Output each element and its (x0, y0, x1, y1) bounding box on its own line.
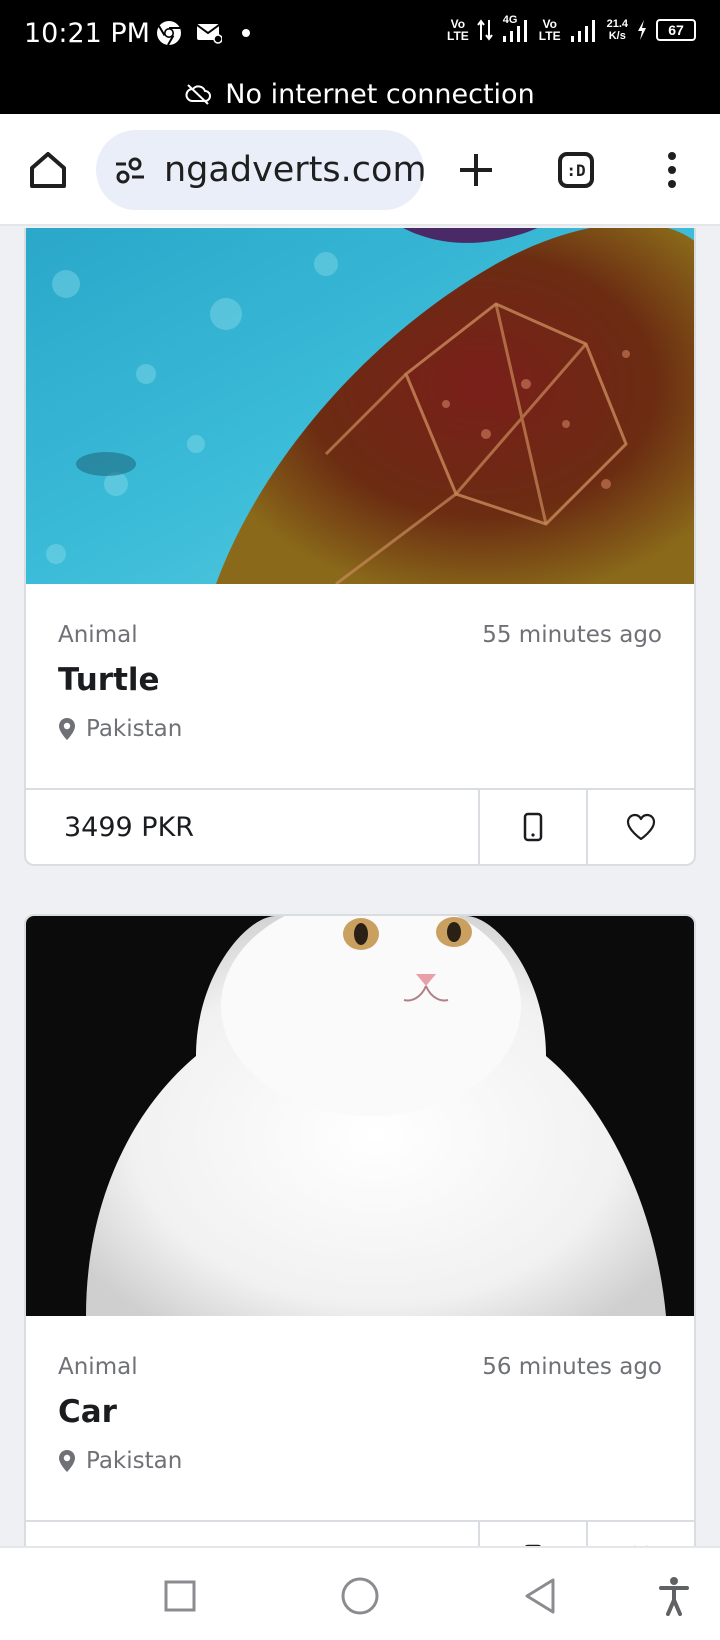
back-button[interactable] (516, 1572, 564, 1620)
phone-icon (523, 812, 543, 842)
url-text[interactable]: ngadverts.com (164, 150, 424, 190)
favorite-button[interactable] (586, 790, 694, 864)
listing-footer: 20000 PKR (26, 1520, 694, 1546)
more-menu-button[interactable] (650, 148, 694, 192)
cloud-off-icon (185, 84, 212, 105)
more-vert-icon (668, 152, 676, 188)
accessibility-button[interactable] (650, 1572, 698, 1620)
listing-image[interactable] (26, 916, 694, 1316)
nav-home-button[interactable] (336, 1572, 384, 1620)
listing-footer: 3499 PKR (26, 788, 694, 864)
listing-price: 20000 PKR (26, 1522, 478, 1547)
battery-icon: 67 (656, 19, 696, 41)
new-tab-button[interactable] (454, 148, 498, 192)
heart-icon (626, 813, 656, 841)
location-pin-icon (59, 718, 75, 740)
home-button[interactable] (26, 148, 70, 192)
offline-banner: No internet connection (0, 74, 720, 114)
accessibility-icon (659, 1577, 689, 1616)
listing-body[interactable]: Animal 55 minutes ago Turtle Pakistan (26, 584, 694, 788)
listing-card[interactable]: Animal 56 minutes ago Car Pakistan 20000… (24, 914, 696, 1546)
status-notification-icons (156, 20, 250, 46)
listing-image[interactable] (26, 228, 694, 584)
volte-indicator-1: Vo LTE (447, 17, 469, 43)
dot-icon (242, 29, 250, 37)
listing-body[interactable]: Animal 56 minutes ago Car Pakistan (26, 1316, 694, 1520)
listing-location: Pakistan (58, 716, 182, 742)
listing-title[interactable]: Turtle (58, 662, 160, 698)
browser-toolbar: ngadverts.com :D (0, 114, 720, 226)
listing-card[interactable]: Animal 55 minutes ago Turtle Pakistan 34… (24, 228, 696, 866)
listings-feed[interactable]: Animal 55 minutes ago Turtle Pakistan 34… (0, 228, 720, 1546)
status-bar: 10:21 PM Vo LTE 4G Vo LTE 21.4 K/s 67 (0, 0, 720, 74)
listing-location-text: Pakistan (86, 1448, 183, 1474)
turtle-image (26, 228, 694, 584)
address-bar[interactable]: ngadverts.com (96, 130, 424, 210)
call-button[interactable] (478, 790, 586, 864)
status-system-icons: Vo LTE 4G Vo LTE 21.4 K/s 67 (447, 14, 696, 44)
listing-price: 3499 PKR (64, 811, 195, 843)
triangle-back-icon (525, 1578, 555, 1614)
listing-location-text: Pakistan (86, 716, 183, 742)
listing-time: 55 minutes ago (482, 622, 662, 648)
signal-icon (570, 20, 595, 42)
system-nav-bar (0, 1546, 720, 1640)
chrome-icon (157, 21, 181, 46)
listing-location: Pakistan (58, 1448, 182, 1474)
circle-icon (341, 1577, 379, 1615)
listing-title[interactable]: Car (58, 1394, 117, 1430)
favorite-button[interactable] (586, 1522, 694, 1546)
charging-icon (638, 20, 646, 40)
cat-image (26, 916, 694, 1316)
listing-time: 56 minutes ago (482, 1354, 662, 1380)
call-button[interactable] (478, 1522, 586, 1546)
recents-button[interactable] (156, 1572, 204, 1620)
listing-category: Animal (58, 1354, 138, 1380)
location-pin-icon (59, 1450, 75, 1472)
tab-switcher-icon: :D (558, 152, 594, 188)
signal-4g-icon: 4G (501, 14, 531, 44)
offline-text: No internet connection (225, 78, 535, 110)
listing-category: Animal (58, 622, 138, 648)
home-icon (30, 152, 66, 188)
mail-icon (196, 24, 222, 44)
square-icon (164, 1580, 196, 1612)
status-time: 10:21 PM (24, 18, 150, 49)
network-speed: 21.4 K/s (606, 18, 628, 42)
data-arrows-icon (476, 19, 493, 41)
site-settings-icon[interactable] (114, 156, 146, 184)
volte-indicator-2: Vo LTE (538, 17, 561, 43)
new-tab-icon (460, 154, 492, 186)
tab-switcher-button[interactable]: :D (554, 148, 598, 192)
